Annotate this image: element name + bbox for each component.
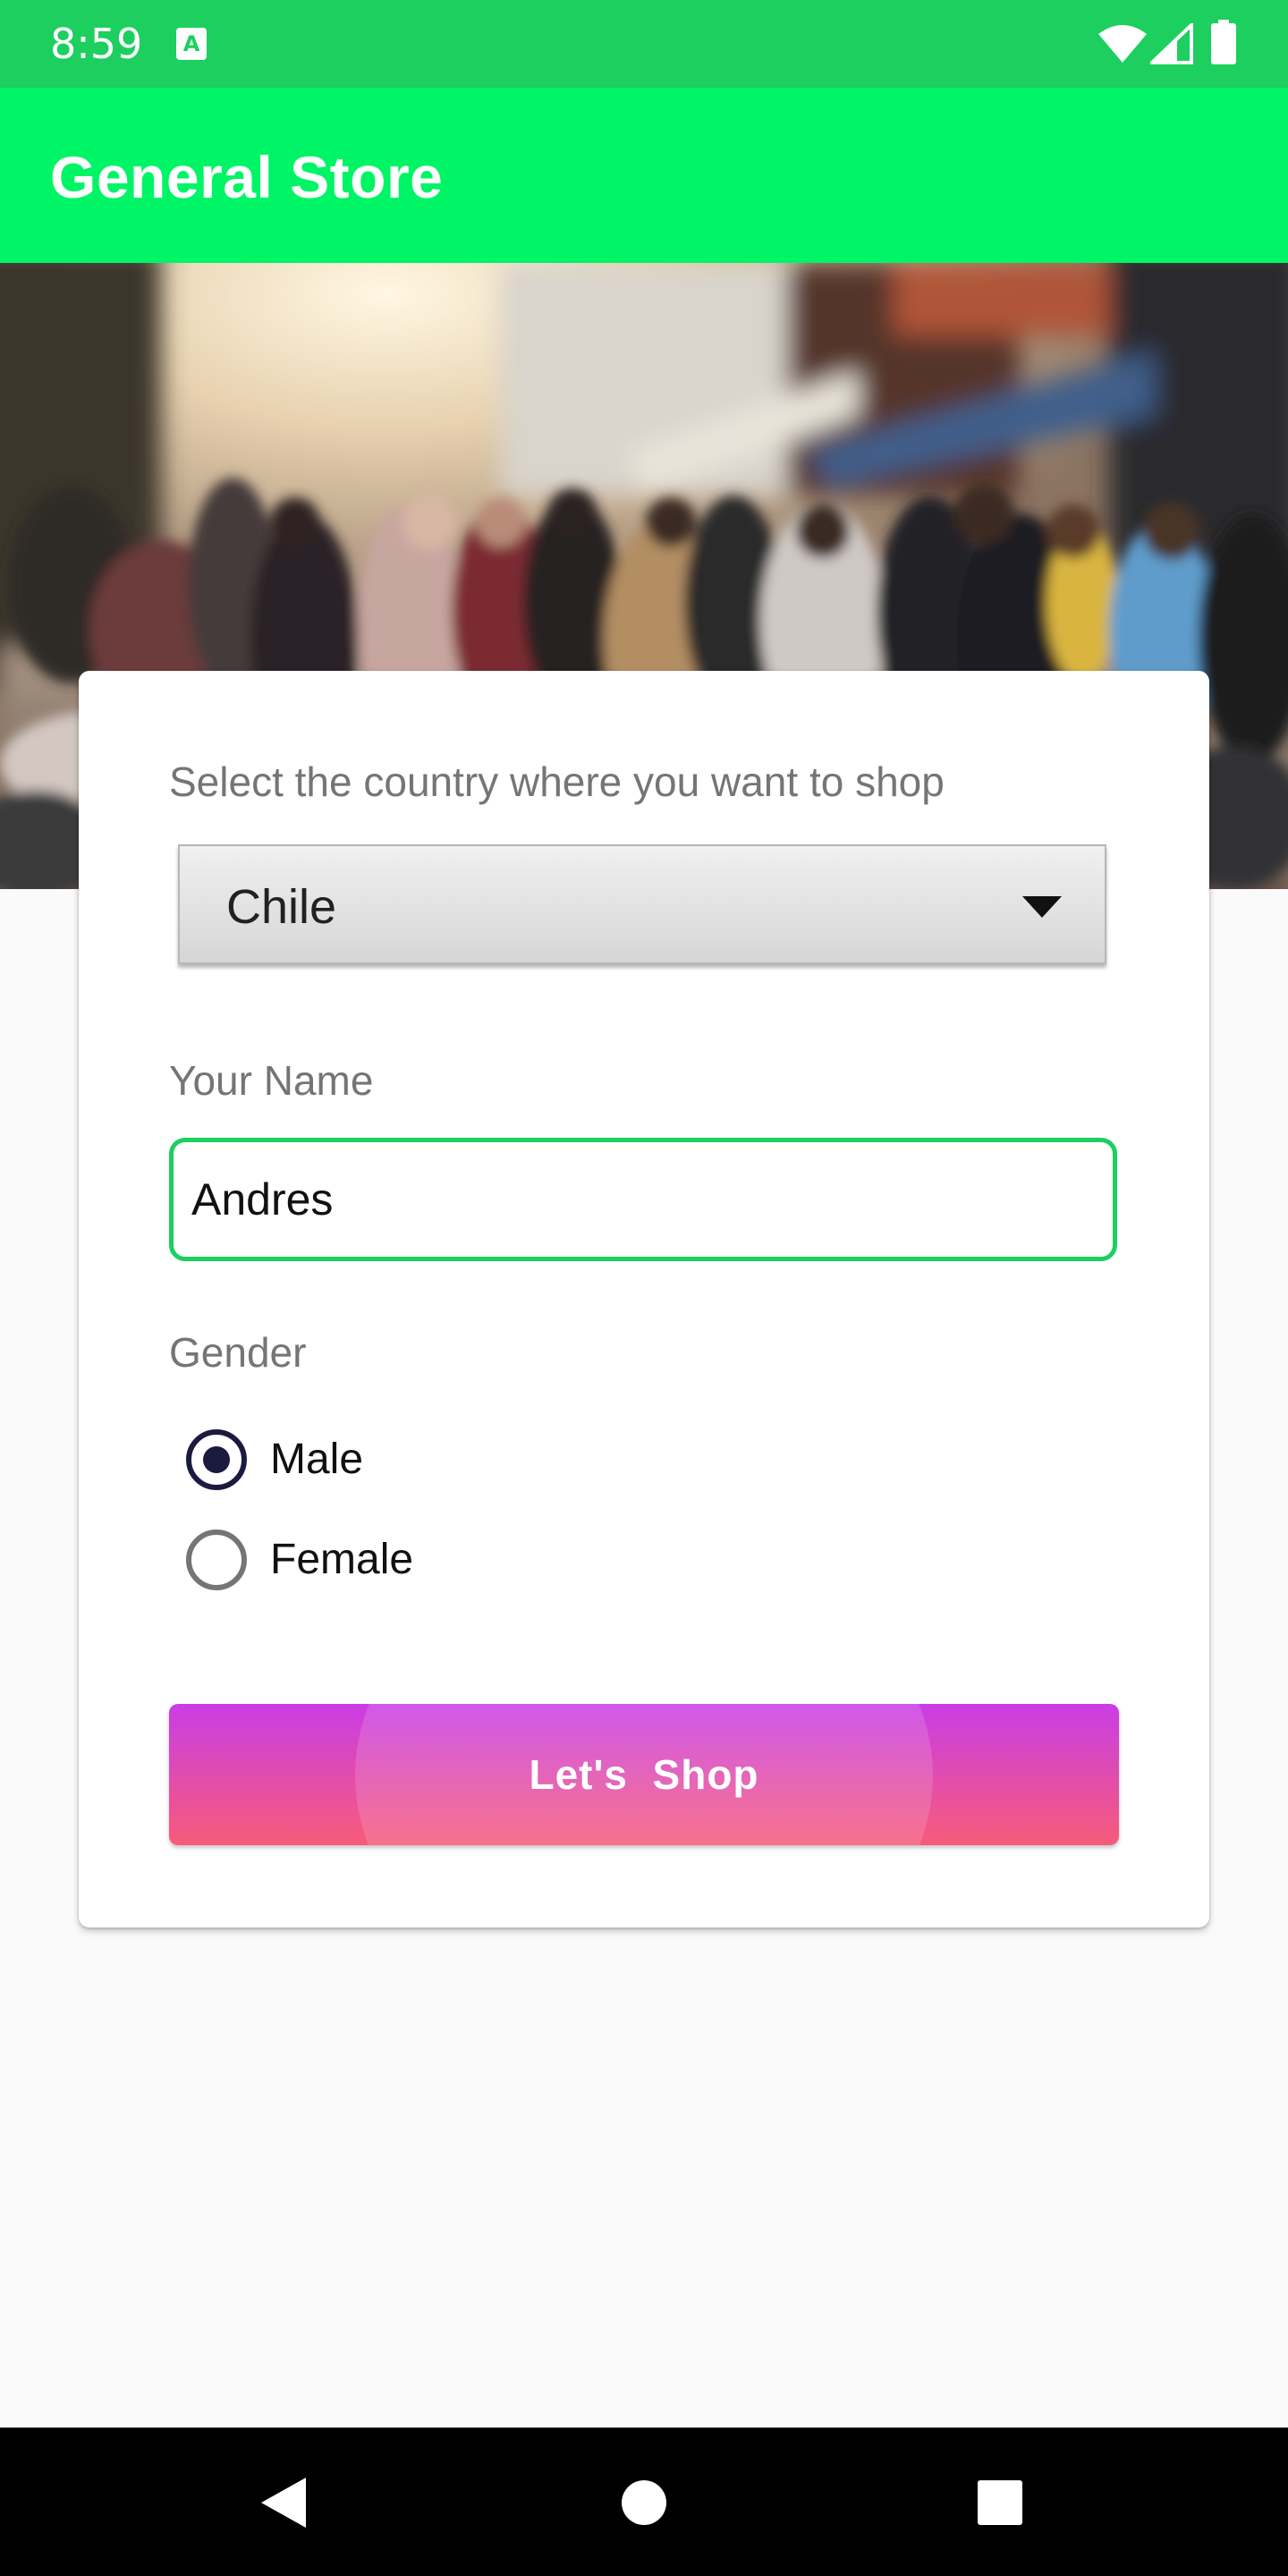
country-label: Select the country where you want to sho… <box>169 758 945 805</box>
app-title: General Store <box>50 144 444 210</box>
name-label: Your Name <box>169 1057 374 1104</box>
gender-label: Gender <box>169 1329 307 1376</box>
gender-option-label: Male <box>270 1436 364 1483</box>
home-icon[interactable] <box>621 2479 667 2526</box>
status-bar: 8:59 A <box>0 0 1288 88</box>
dropdown-arrow-icon <box>1022 896 1062 918</box>
back-icon[interactable] <box>259 2476 308 2529</box>
battery-icon <box>1211 20 1236 64</box>
country-dropdown[interactable]: Chile <box>178 844 1106 964</box>
shop-form-card: Select the country where you want to sho… <box>79 671 1209 1928</box>
cell-signal-icon <box>1150 23 1193 64</box>
notification-a-icon: A <box>176 28 207 60</box>
status-time: 8:59 <box>50 20 143 68</box>
lets-shop-label: Let's Shop <box>529 1751 759 1798</box>
app-bar: General Store <box>0 88 1288 263</box>
gender-radio-female[interactable]: Female <box>186 1524 544 1596</box>
lets-shop-button[interactable]: Let's Shop <box>169 1704 1119 1845</box>
name-input[interactable] <box>169 1138 1117 1261</box>
gender-option-label: Female <box>270 1536 414 1583</box>
radio-unchecked-icon <box>186 1530 247 1590</box>
country-selected-value: Chile <box>226 880 337 934</box>
gender-radio-male[interactable]: Male <box>186 1424 544 1496</box>
svg-text:A: A <box>183 31 200 56</box>
system-nav-bar <box>0 2428 1288 2576</box>
wifi-icon <box>1098 25 1147 63</box>
recents-icon[interactable] <box>977 2479 1023 2526</box>
radio-checked-icon <box>186 1429 247 1490</box>
